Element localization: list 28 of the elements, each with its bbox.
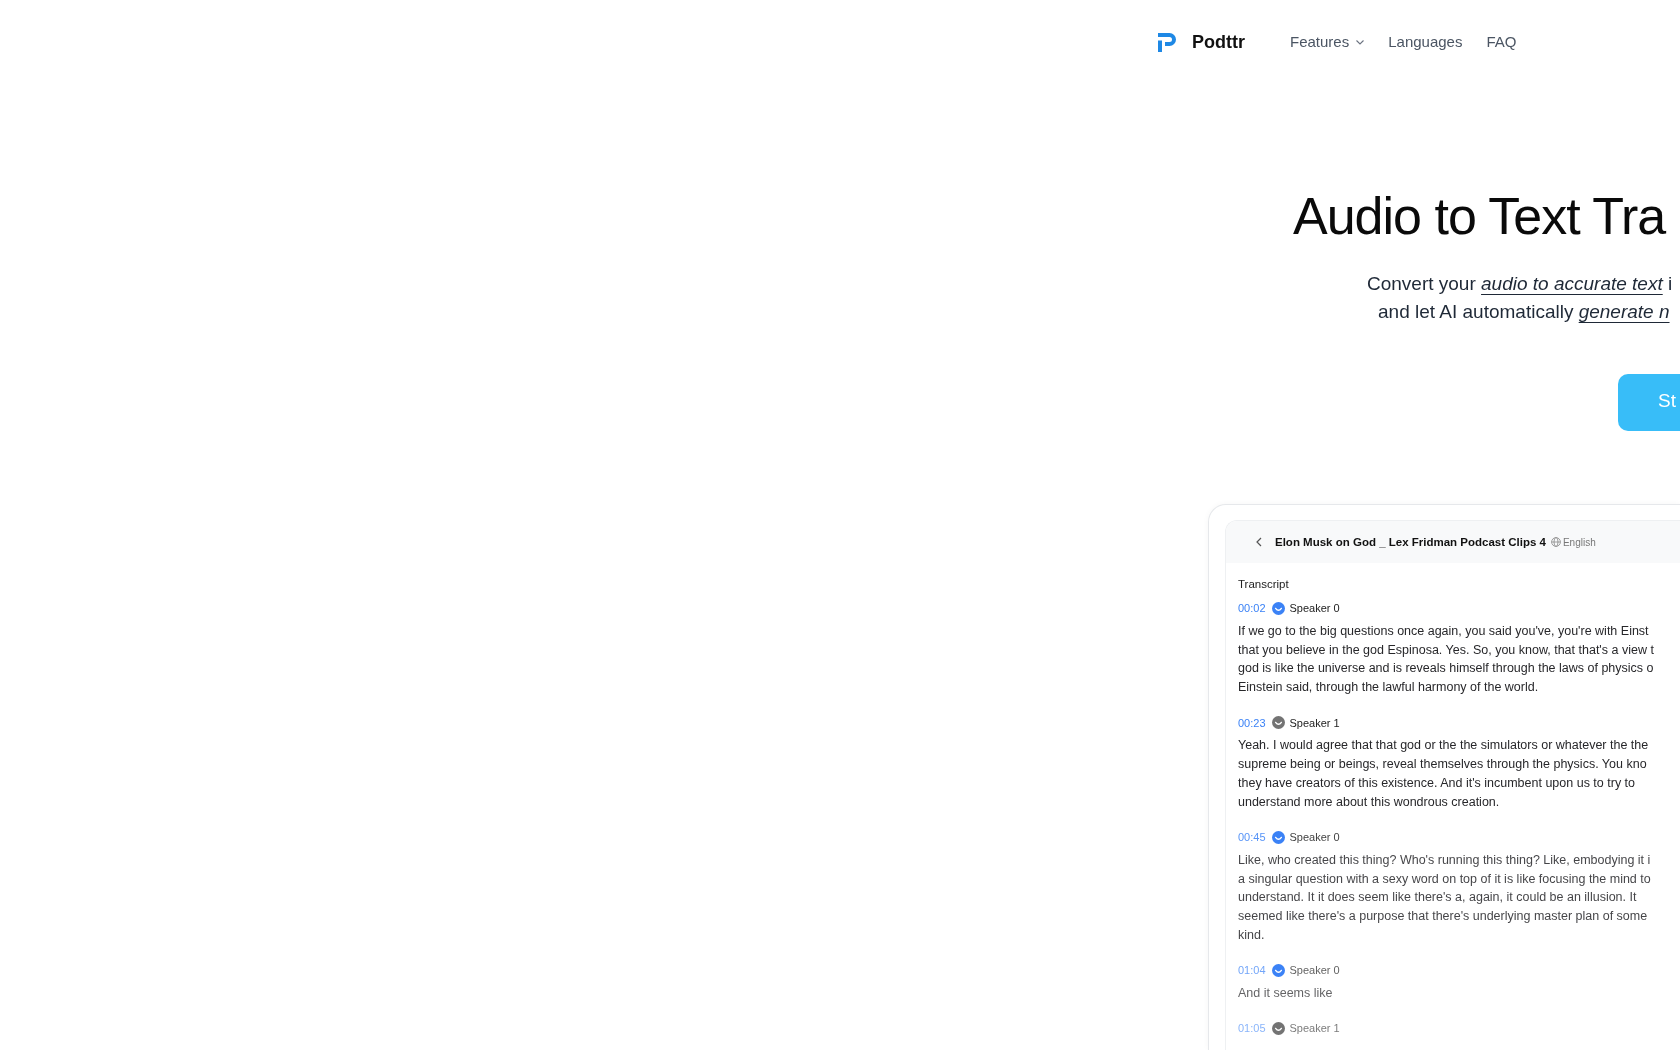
- transcript-text: Yeah. I would agree that that god or the the simulators or whatever the the supreme being or beings, reveal themselves through the physics. You kno they have creators of this existence. And it's incumbent upon us to try to understand more about this wondrous creation.: [1238, 737, 1649, 811]
- language-label: English: [1562, 535, 1596, 550]
- transcript-text: Like, who created this thing? Who's running this thing? Like, embodying it i a singular question with a sexy word on top of it is like focusing the mind to understand. It it does seem like there's a, again, it could be an illusion. It seemed like there's a purpose that there's underlying master plan of some kind.: [1238, 851, 1651, 944]
- speaker-name: Speaker 1: [1289, 1021, 1340, 1037]
- timestamp: 00:02: [1238, 601, 1266, 617]
- caret-icon: [1356, 39, 1365, 45]
- transcript-text: And it seems like: [1238, 984, 1333, 1002]
- speaker-name: Speaker 1: [1289, 715, 1340, 731]
- nav-link[interactable]: Features: [1290, 30, 1365, 54]
- speaker-name: Speaker 0: [1289, 829, 1340, 845]
- episode-title: Elon Musk on God _ Lex Fridman Podcast Clips 4: [1275, 534, 1546, 550]
- timestamp: 00:23: [1238, 715, 1266, 731]
- hero-title: Audio to Text Tra: [1293, 186, 1666, 247]
- timestamp: 00:45: [1238, 829, 1266, 845]
- timestamp: 01:05: [1238, 1021, 1266, 1037]
- nav-link[interactable]: FAQ: [1486, 30, 1517, 54]
- speaker-name: Speaker 0: [1289, 963, 1340, 979]
- timestamp: 01:04: [1238, 963, 1266, 979]
- section-label: Transcript: [1238, 577, 1289, 593]
- transcript-text: If we go to the big questions once again, you said you've, you're with Einst that you believe in the god Espinosa. Yes. So, you know, that that's a view t god is like the universe and is reveals himself through the laws of physics o Einstein said, through the lawful harmony of the world.: [1238, 623, 1654, 697]
- nav-link[interactable]: Languages: [1388, 30, 1463, 54]
- speaker-name: Speaker 0: [1289, 601, 1340, 617]
- brand-name[interactable]: Podttr: [1192, 28, 1245, 56]
- hero-subtitle: Convert your audio to accurate text i: [1367, 272, 1673, 297]
- chevron-left-icon: [1256, 537, 1262, 548]
- hero-subtitle: and let AI automatically generate n: [1378, 300, 1670, 325]
- logo-icon: [1158, 32, 1177, 52]
- globe-icon: [1550, 537, 1561, 548]
